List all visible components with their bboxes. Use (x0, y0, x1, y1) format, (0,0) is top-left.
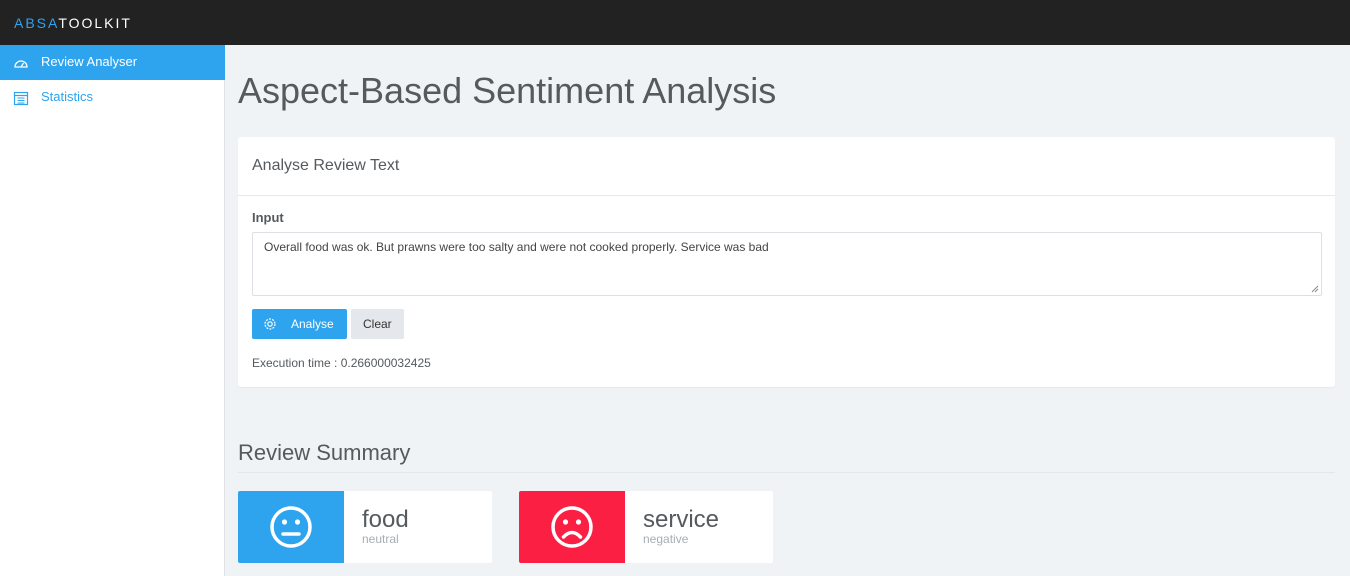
aspect-card-food: food neutral (238, 491, 492, 563)
brand-part-toolkit: TOOLKIT (58, 15, 132, 31)
sidebar-item-label: Review Analyser (41, 54, 138, 69)
aspect-name: service (643, 506, 720, 533)
sidebar-item-label: Statistics (41, 89, 94, 104)
aspect-card-service: service negative (519, 491, 773, 563)
sentiment-icon-box (238, 491, 344, 563)
aspect-sentiment: negative (643, 532, 689, 546)
analyse-button[interactable]: Analyse (252, 309, 347, 339)
execution-time: Execution time : 0.266000032425 (252, 356, 431, 370)
aspect-name: food (362, 506, 409, 533)
review-text-input[interactable]: Overall food was ok. But prawns were too… (252, 232, 1322, 296)
aspect-sentiment: neutral (362, 532, 399, 546)
sentiment-icon-box (519, 491, 625, 563)
sidebar-item-review-analyser[interactable]: Review Analyser (0, 45, 225, 80)
divider (238, 472, 1335, 473)
review-text-value: Overall food was ok. But prawns were too… (264, 240, 769, 254)
page-title: Aspect-Based Sentiment Analysis (238, 70, 777, 111)
calendar-icon (13, 91, 29, 106)
dashboard-gauge-icon (14, 60, 28, 68)
panel-heading: Analyse Review Text (238, 137, 1335, 196)
resize-grip-icon[interactable] (1311, 285, 1319, 293)
sad-face-icon (551, 506, 593, 548)
analyse-button-label: Analyse (291, 317, 334, 331)
neutral-face-icon (270, 506, 312, 548)
review-summary-title: Review Summary (238, 440, 411, 465)
clear-button[interactable]: Clear (351, 309, 404, 339)
brand-logo[interactable]: ABSATOOLKIT (14, 15, 132, 31)
gear-icon (264, 318, 276, 330)
input-label: Input (252, 210, 284, 225)
sidebar: Review Analyser Statistics (0, 45, 225, 576)
panel-title: Analyse Review Text (252, 157, 400, 174)
brand-part-absa: ABSA (14, 15, 59, 31)
clear-button-label: Clear (363, 317, 392, 331)
top-navbar: ABSATOOLKIT (0, 0, 1350, 45)
sidebar-item-statistics[interactable]: Statistics (0, 80, 225, 115)
analyse-panel: Analyse Review Text Input Overall food w… (238, 137, 1335, 387)
